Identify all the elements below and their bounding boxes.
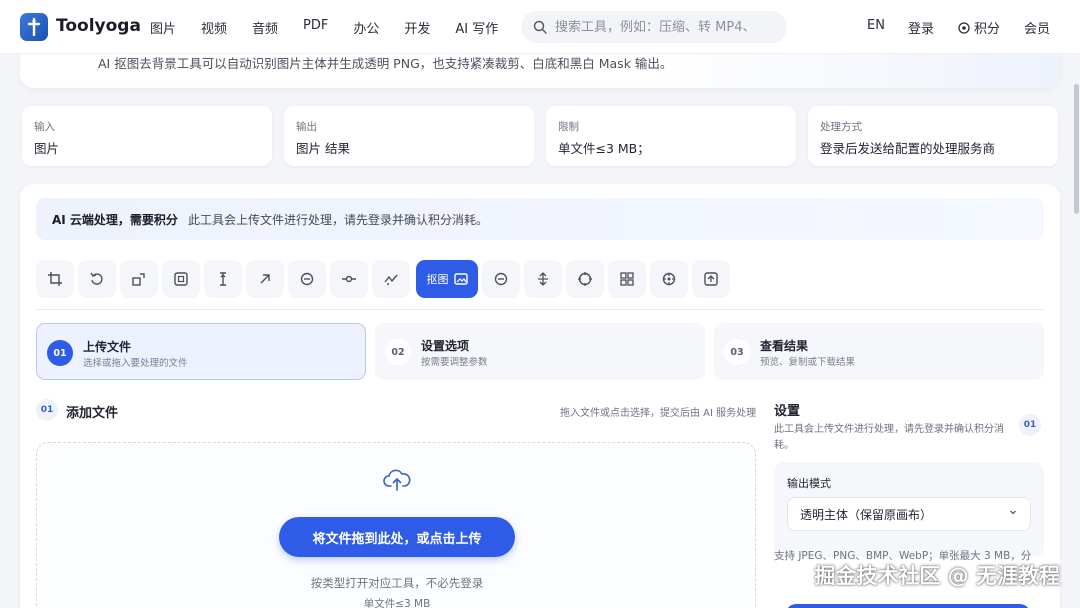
arrow-up-right-icon[interactable] bbox=[246, 260, 284, 298]
vertical-arrows-icon[interactable] bbox=[524, 260, 562, 298]
info-value: 单文件≤3 MB； bbox=[558, 141, 650, 156]
output-mode-select[interactable]: 透明主体（保留原画布） bbox=[787, 497, 1031, 531]
watermark: 掘金技术社区 @ 无涯教程 bbox=[814, 564, 1060, 588]
info-label: 限制 bbox=[558, 121, 579, 133]
image-icon bbox=[453, 273, 468, 285]
logo-text[interactable]: Toolyoga bbox=[56, 16, 141, 36]
info-label: 输入 bbox=[34, 121, 55, 133]
info-value: 图片 结果 bbox=[296, 141, 350, 156]
nav-item-video[interactable]: 视频 bbox=[201, 18, 227, 37]
step-subtitle: 选择或拖入要处理的文件 bbox=[83, 358, 188, 369]
search-icon bbox=[533, 20, 547, 34]
upload-limit: 单文件≤3 MB bbox=[363, 598, 431, 608]
info-label: 处理方式 bbox=[820, 121, 862, 133]
scrollbar-thumb[interactable] bbox=[1074, 84, 1079, 214]
node-icon[interactable] bbox=[330, 260, 368, 298]
scrollbar[interactable] bbox=[1072, 54, 1080, 608]
tool-panel: AI 云端处理，需要积分 此工具会上传文件进行处理，请先登录并确认积分消耗。 抠… bbox=[20, 184, 1060, 608]
crosshair-icon[interactable] bbox=[650, 260, 688, 298]
step-settings[interactable]: 02 设置选项 按需要调整参数 bbox=[375, 323, 705, 380]
notice-text: 此工具会上传文件进行处理，请先登录并确认积分消耗。 bbox=[187, 212, 488, 227]
info-value: 登录后发送给配置的处理服务商 bbox=[820, 141, 996, 156]
nav-item-ai-writing[interactable]: AI 写作 bbox=[455, 18, 498, 37]
output-mode-label: 输出模式 bbox=[787, 477, 831, 490]
grid-icon[interactable] bbox=[608, 260, 646, 298]
resize-icon[interactable] bbox=[120, 260, 158, 298]
info-card-processing: 处理方式 登录后发送给配置的处理服务商 bbox=[808, 106, 1058, 166]
step-number: 01 bbox=[47, 340, 73, 366]
divider bbox=[36, 309, 1044, 310]
minus-circle-icon[interactable] bbox=[482, 260, 520, 298]
info-card-input: 输入 图片 bbox=[22, 106, 272, 166]
info-value: 图片 bbox=[34, 141, 60, 156]
search-bar[interactable] bbox=[521, 11, 787, 43]
info-card-output: 输出 图片 结果 bbox=[284, 106, 534, 166]
step-subtitle: 预览、复制或下载结果 bbox=[760, 357, 856, 368]
member-link[interactable]: 会员 bbox=[1024, 18, 1050, 37]
cutout-tool-label: 抠图 bbox=[426, 273, 449, 286]
intro-text: AI 抠图去背景工具可以自动识别图片主体并生成透明 PNG，也支持紧凑裁剪、白底… bbox=[98, 56, 673, 71]
curve-icon[interactable] bbox=[372, 260, 410, 298]
points-link[interactable]: 积分 bbox=[958, 18, 1000, 37]
nav-item-audio[interactable]: 音频 bbox=[252, 18, 278, 37]
minus-circle-icon[interactable] bbox=[288, 260, 326, 298]
nav-item-dev[interactable]: 开发 bbox=[404, 18, 430, 37]
output-mode-value: 透明主体（保留原画布） bbox=[800, 507, 933, 522]
settings-description: 此工具会上传文件进行处理，请先登录并确认积分消耗。 bbox=[774, 424, 1004, 451]
frame-icon[interactable] bbox=[162, 260, 200, 298]
step-results[interactable]: 03 查看结果 预览、复制或下载结果 bbox=[714, 323, 1044, 380]
cutout-tool-button[interactable]: 抠图 bbox=[416, 260, 478, 298]
submit-button[interactable] bbox=[786, 604, 1030, 608]
top-nav: Toolyoga 图片 视频 音频 PDF 办公 开发 AI 写作 EN 登录 … bbox=[0, 0, 1080, 54]
target-icon[interactable] bbox=[566, 260, 604, 298]
step-number: 03 bbox=[724, 339, 750, 365]
logo-icon[interactable] bbox=[20, 13, 48, 41]
upload-section-title: 添加文件 bbox=[66, 406, 119, 421]
text-height-icon[interactable] bbox=[204, 260, 242, 298]
step-title: 查看结果 bbox=[760, 339, 809, 353]
output-mode-group: 输出模式 透明主体（保留原画布） bbox=[774, 462, 1044, 557]
points-label: 积分 bbox=[974, 22, 1001, 37]
upload-hint: 按类型打开对应工具，不必先登录 bbox=[310, 576, 484, 590]
step-title: 上传文件 bbox=[83, 340, 132, 354]
section-badge: 01 bbox=[36, 399, 58, 421]
crop-icon[interactable] bbox=[36, 260, 74, 298]
nav-item-images[interactable]: 图片 bbox=[150, 18, 176, 37]
upload-dropzone[interactable]: 将文件拖到此处，或点击上传 按类型打开对应工具，不必先登录 单文件≤3 MB bbox=[36, 442, 756, 608]
nav-item-pdf[interactable]: PDF bbox=[303, 18, 328, 37]
rotate-icon[interactable] bbox=[78, 260, 116, 298]
info-card-limit: 限制 单文件≤3 MB； bbox=[546, 106, 796, 166]
coin-icon bbox=[958, 21, 970, 34]
step-upload[interactable]: 01 上传文件 选择或拖入要处理的文件 bbox=[36, 323, 366, 380]
cloud-notice: AI 云端处理，需要积分 此工具会上传文件进行处理，请先登录并确认积分消耗。 bbox=[36, 198, 1044, 240]
login-link[interactable]: 登录 bbox=[908, 18, 934, 37]
plus-square-icon[interactable] bbox=[692, 260, 730, 298]
notice-title: AI 云端处理，需要积分 bbox=[52, 212, 178, 227]
upload-section-note: 拖入文件或点击选择，提交后由 AI 服务处理 bbox=[560, 408, 757, 419]
nav-item-office[interactable]: 办公 bbox=[353, 18, 379, 37]
language-switch[interactable]: EN bbox=[867, 18, 885, 33]
chevron-down-icon bbox=[1008, 507, 1018, 517]
main-menu: 图片 视频 音频 PDF 办公 开发 AI 写作 bbox=[150, 18, 523, 37]
settings-title: 设置 bbox=[774, 404, 801, 419]
search-input[interactable] bbox=[555, 19, 775, 35]
cloud-upload-icon bbox=[383, 469, 411, 491]
settings-badge: 01 bbox=[1019, 414, 1041, 436]
step-title: 设置选项 bbox=[421, 339, 470, 353]
info-label: 输出 bbox=[296, 121, 317, 133]
upload-button[interactable]: 将文件拖到此处，或点击上传 bbox=[279, 517, 515, 557]
step-number: 02 bbox=[385, 339, 411, 365]
step-subtitle: 按需要调整参数 bbox=[421, 357, 488, 368]
